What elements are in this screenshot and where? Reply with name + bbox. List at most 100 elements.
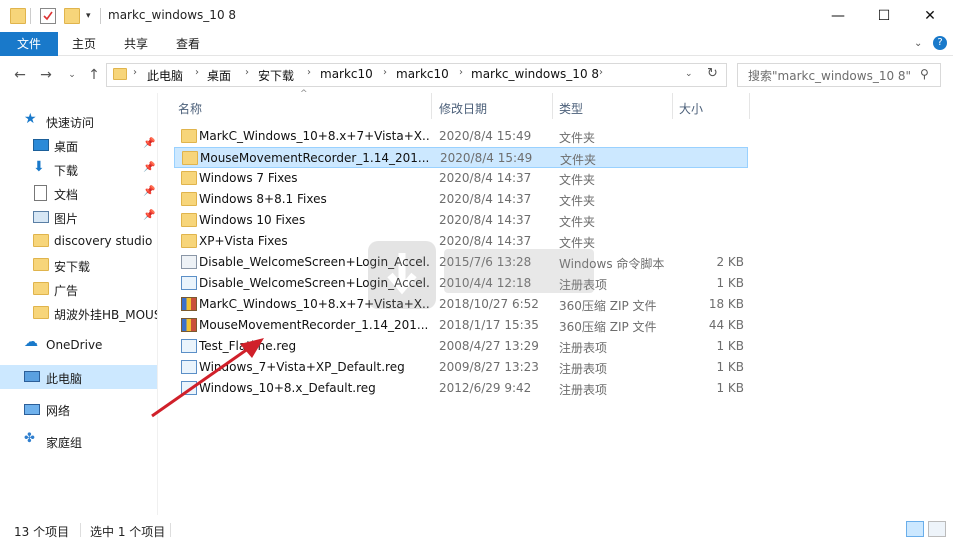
- properties-icon[interactable]: [40, 8, 56, 24]
- tab-file[interactable]: 文件: [0, 32, 58, 56]
- file-row[interactable]: Windows 8+8.1 Fixes 2020/8/4 14:37 文件夹: [174, 189, 748, 210]
- search-input[interactable]: 搜索"markc_windows_10 8" ⚲: [737, 63, 941, 87]
- file-row[interactable]: Test_Flatline.reg 2008/4/27 13:29 注册表项 1 KB: [174, 336, 748, 357]
- picture-icon: [33, 211, 49, 223]
- sidebar-item-documents[interactable]: 文档 📌: [0, 182, 157, 204]
- file-type: 注册表项: [559, 383, 608, 397]
- tab-home[interactable]: 主页: [64, 32, 104, 56]
- address-dropdown-icon[interactable]: ⌄: [685, 69, 693, 79]
- file-row[interactable]: MarkC_Windows_10+8.x+7+Vista+X... 2018/10…: [174, 294, 748, 315]
- breadcrumb-item[interactable]: 安下载: [258, 67, 294, 84]
- tab-share[interactable]: 共享: [116, 32, 156, 56]
- up-button[interactable]: ↑: [84, 65, 104, 85]
- file-row[interactable]: MouseMovementRecorder_1.14_201... 2018/1/…: [174, 315, 748, 336]
- item-count: 13 个项目: [14, 525, 70, 539]
- homegroup-icon: ✤: [24, 431, 35, 446]
- sidebar-item-label: 家庭组: [46, 436, 83, 450]
- sidebar-item-network[interactable]: 网络: [0, 398, 157, 420]
- tab-view[interactable]: 查看: [168, 32, 208, 56]
- title-bar: ▾ markc_windows_10 8 — ☐ ✕: [0, 0, 953, 32]
- file-row[interactable]: MouseMovementRecorder_1.14_201... 2020/8/…: [174, 147, 748, 168]
- address-bar[interactable]: › 此电脑 › 桌面 › 安下载 › markc10 › markc10 › m…: [106, 63, 727, 87]
- sidebar-item-quick-access[interactable]: ★ 快速访问: [0, 110, 157, 132]
- sidebar-item-downloads[interactable]: ⬇ 下载 📌: [0, 158, 157, 180]
- file-name: Test_Flatline.reg: [199, 339, 297, 353]
- breadcrumb-item[interactable]: 桌面: [207, 67, 231, 84]
- sidebar-item-label: 广告: [54, 284, 79, 298]
- large-icons-view-icon[interactable]: [928, 521, 946, 537]
- help-icon[interactable]: ?: [933, 36, 947, 50]
- expand-ribbon-icon[interactable]: ⌄: [914, 38, 922, 49]
- desktop-icon: [33, 139, 49, 151]
- column-divider[interactable]: [552, 93, 553, 119]
- column-date[interactable]: 修改日期: [439, 100, 487, 117]
- file-row[interactable]: Disable_WelcomeScreen+Login_Accel... 2010…: [174, 273, 748, 294]
- file-date: 2020/8/4 15:49: [439, 129, 532, 143]
- column-divider[interactable]: [672, 93, 673, 119]
- chevron-right-icon: ›: [133, 67, 137, 78]
- pin-icon[interactable]: 📌: [143, 186, 155, 197]
- file-row[interactable]: Windows 7 Fixes 2020/8/4 14:37 文件夹: [174, 168, 748, 189]
- pin-icon[interactable]: 📌: [143, 138, 155, 149]
- sidebar-item-onedrive[interactable]: ☁ OneDrive: [0, 334, 157, 356]
- column-divider[interactable]: [749, 93, 750, 119]
- file-name: Windows 8+8.1 Fixes: [199, 192, 327, 206]
- file-name: Disable_WelcomeScreen+Login_Accel...: [199, 276, 429, 290]
- folder-icon: [182, 151, 198, 165]
- sidebar-item-pictures[interactable]: 图片 📌: [0, 206, 157, 228]
- breadcrumb-item[interactable]: 此电脑: [147, 67, 183, 84]
- new-folder-icon[interactable]: [64, 8, 80, 24]
- search-icon[interactable]: ⚲: [920, 67, 929, 81]
- file-name: MarkC_Windows_10+8.x+7+Vista+X...: [199, 297, 429, 311]
- forward-button[interactable]: →: [36, 65, 56, 85]
- file-name: MouseMovementRecorder_1.14_201...: [199, 318, 429, 332]
- registry-file-icon: [181, 339, 197, 353]
- file-row[interactable]: Windows_7+Vista+XP_Default.reg 2009/8/27 …: [174, 357, 748, 378]
- cloud-icon: ☁: [24, 334, 38, 350]
- sidebar-item-label: 网络: [46, 404, 71, 418]
- file-row[interactable]: Windows 10 Fixes 2020/8/4 14:37 文件夹: [174, 210, 748, 231]
- sidebar-item-desktop[interactable]: 桌面 📌: [0, 134, 157, 156]
- sidebar-item-guanggao[interactable]: 广告: [0, 278, 157, 300]
- file-row[interactable]: Windows_10+8.x_Default.reg 2012/6/29 9:42…: [174, 378, 748, 399]
- file-size: 18 KB: [708, 297, 744, 311]
- refresh-icon[interactable]: ↻: [707, 66, 718, 81]
- minimize-button[interactable]: —: [815, 0, 861, 32]
- sidebar-item-homegroup[interactable]: ✤ 家庭组: [0, 430, 157, 452]
- recent-locations-icon[interactable]: ⌄: [62, 65, 82, 85]
- file-size: 44 KB: [708, 318, 744, 332]
- column-type[interactable]: 类型: [559, 100, 583, 117]
- file-row[interactable]: XP+Vista Fixes 2020/8/4 14:37 文件夹: [174, 231, 748, 252]
- network-icon: [24, 404, 40, 415]
- file-name: Windows 7 Fixes: [199, 171, 298, 185]
- file-date: 2015/7/6 13:28: [439, 255, 532, 269]
- folder-icon: [181, 234, 197, 248]
- sidebar-item-anxiazai[interactable]: 安下载: [0, 254, 157, 276]
- back-button[interactable]: ←: [10, 65, 30, 85]
- details-view-icon[interactable]: [906, 521, 924, 537]
- status-bar: 13 个项目 选中 1 个项目: [0, 515, 953, 543]
- navigation-pane: ★ 快速访问 桌面 📌 ⬇ 下载 📌 文档 📌 图片 📌 discovery s…: [0, 93, 158, 515]
- folder-icon: [181, 192, 197, 206]
- sidebar-item-this-pc[interactable]: 此电脑: [0, 365, 157, 389]
- document-icon: [34, 185, 47, 201]
- pin-icon[interactable]: 📌: [143, 162, 155, 173]
- sidebar-item-discovery-studio[interactable]: discovery studio 2: [0, 230, 157, 252]
- file-row[interactable]: Disable_WelcomeScreen+Login_Accel... 2015…: [174, 252, 748, 273]
- breadcrumb-item[interactable]: markc_windows_10 8: [471, 67, 599, 81]
- folder-icon: [181, 129, 197, 143]
- file-row[interactable]: MarkC_Windows_10+8.x+7+Vista+X... 2020/8/…: [174, 126, 748, 147]
- sidebar-item-hubo[interactable]: 胡波外挂HB_MOUS: [0, 302, 157, 324]
- column-size[interactable]: 大小: [679, 100, 703, 117]
- file-date: 2020/8/4 15:49: [440, 151, 533, 165]
- file-type: 注册表项: [559, 278, 608, 292]
- breadcrumb-item[interactable]: markc10: [396, 67, 449, 81]
- column-name[interactable]: 名称: [178, 100, 202, 117]
- column-divider[interactable]: [431, 93, 432, 119]
- close-button[interactable]: ✕: [907, 0, 953, 32]
- maximize-button[interactable]: ☐: [861, 0, 907, 32]
- chevron-right-icon: ›: [195, 67, 199, 78]
- breadcrumb-item[interactable]: markc10: [320, 67, 373, 81]
- file-date: 2018/1/17 15:35: [439, 318, 539, 332]
- pin-icon[interactable]: 📌: [143, 210, 155, 221]
